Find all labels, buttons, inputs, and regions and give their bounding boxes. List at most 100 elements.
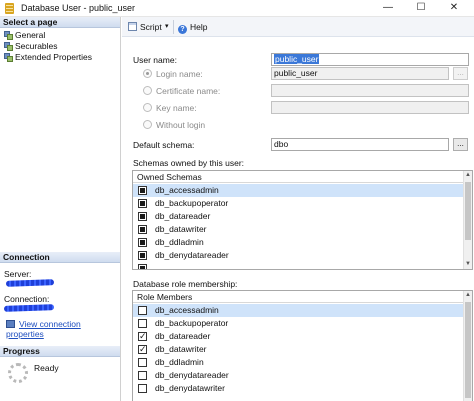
view-connection-properties-link[interactable]: View connection properties [6,319,120,339]
schema-checkbox[interactable] [138,225,147,234]
schema-row[interactable]: db_denydatareader [133,249,463,262]
schema-row[interactable]: db_datareader [133,210,463,223]
role-members-list[interactable]: Role Members db_accessadmin db_backupope… [132,290,473,401]
role-checkbox[interactable] [138,330,147,343]
close-button[interactable]: ✕ [434,0,474,17]
login-name-browse-button[interactable]: ... [453,67,468,80]
user-name-label: User name: [133,55,177,65]
connection-properties-icon [6,320,15,328]
script-dropdown-chevron-icon[interactable]: ▾ [165,21,169,33]
schema-checkbox[interactable] [138,199,147,208]
role-row[interactable]: db_datareader [133,330,463,343]
link-label: View connection properties [6,319,81,339]
schema-checkbox[interactable] [138,264,147,269]
role-row[interactable]: db_accessadmin [133,304,463,317]
key-name-radio[interactable] [143,103,152,112]
role-name: db_backupoperator [155,318,229,328]
title-bar: Database User - public_user — ☐ ✕ [0,0,474,17]
progress-spinner-icon [8,363,28,383]
role-members-column-header[interactable]: Role Members [133,291,464,303]
page-item-label: Extended Properties [15,52,93,62]
page-item-label: General [15,30,46,40]
schema-name: db_denydatareader [155,250,229,260]
connection-header: Connection [0,252,120,263]
without-login-radio[interactable] [143,120,152,129]
scroll-up-icon[interactable]: ▲ [464,171,472,180]
owned-schemas-list[interactable]: Owned Schemas db_accessadmin db_backupop… [132,170,473,270]
scrollbar-thumb[interactable] [465,182,471,240]
schema-checkbox[interactable] [138,238,147,247]
schema-row[interactable]: db_backupoperator [133,197,463,210]
progress-header: Progress [0,346,120,357]
progress-status: Ready [34,363,59,373]
schema-checkbox[interactable] [138,212,147,221]
page-item-general[interactable]: General [4,30,45,40]
page-icon [4,42,13,51]
default-schema-field[interactable]: dbo [271,138,449,151]
user-name-value: public_user [274,54,320,64]
role-name: db_datawriter [155,344,207,354]
script-icon [128,22,137,31]
schema-row[interactable]: db_accessadmin [133,184,463,197]
page-item-label: Securables [15,41,58,51]
schema-name: db_accessadmin [155,185,219,195]
server-label: Server: [4,269,32,279]
redacted-server [5,279,55,287]
toolbar-separator [173,20,174,34]
role-name: db_ddladmin [155,357,204,367]
role-row[interactable]: db_ddladmin [133,356,463,369]
role-name: db_denydatareader [155,370,229,380]
default-schema-label: Default schema: [133,140,195,150]
database-icon [5,3,14,14]
schema-row[interactable]: db_ddladmin [133,236,463,249]
schemas-owned-label: Schemas owned by this user: [133,158,245,168]
certificate-name-radio[interactable] [143,86,152,95]
redacted-connection [3,304,55,312]
role-checkbox[interactable] [138,384,147,393]
key-name-label: Key name: [156,103,197,113]
page-item-extended-properties[interactable]: Extended Properties [4,52,92,62]
script-button[interactable]: Script [128,21,162,33]
certificate-name-field[interactable] [271,84,469,97]
role-checkbox[interactable] [138,343,147,356]
page-item-securables[interactable]: Securables [4,41,58,51]
toolbar: Script ▾ ? Help [122,17,474,37]
key-name-field[interactable] [271,101,469,114]
schema-row-partial[interactable] [133,262,463,269]
page-icon [4,31,13,40]
user-name-field[interactable]: public_user [271,53,469,66]
certificate-name-label: Certificate name: [156,86,221,96]
role-checkbox[interactable] [138,306,147,315]
role-members-scrollbar[interactable]: ▲ [463,291,472,401]
scroll-down-icon[interactable]: ▼ [464,260,472,269]
schema-checkbox[interactable] [138,186,147,195]
help-label: Help [190,22,208,32]
connection-label: Connection: [4,294,50,304]
help-icon: ? [178,25,187,34]
login-name-field[interactable]: public_user [271,67,449,80]
owned-schemas-scrollbar[interactable]: ▲ ▼ [463,171,472,269]
schema-name: db_backupoperator [155,198,229,208]
without-login-label: Without login [156,120,206,130]
scroll-up-icon[interactable]: ▲ [464,291,472,300]
default-schema-browse-button[interactable]: ... [453,138,468,151]
left-pane: Select a page General Securables Extende… [0,17,121,401]
role-row[interactable]: db_backupoperator [133,317,463,330]
role-checkbox[interactable] [138,319,147,328]
role-row[interactable]: db_datawriter [133,343,463,356]
schema-checkbox[interactable] [138,251,147,260]
schema-row[interactable]: db_datawriter [133,223,463,236]
role-name: db_datareader [155,331,211,341]
role-checkbox[interactable] [138,371,147,380]
owned-schemas-column-header[interactable]: Owned Schemas [133,171,464,183]
role-checkbox[interactable] [138,358,147,367]
scrollbar-thumb[interactable] [465,302,471,398]
page-icon [4,53,13,62]
login-name-radio[interactable] [143,69,152,78]
role-row[interactable]: db_denydatawriter [133,382,463,395]
help-button[interactable]: ? Help [178,21,208,34]
minimize-button[interactable]: — [370,0,406,17]
select-page-header: Select a page [0,17,120,28]
role-row[interactable]: db_denydatareader [133,369,463,382]
role-membership-label: Database role membership: [133,279,238,289]
